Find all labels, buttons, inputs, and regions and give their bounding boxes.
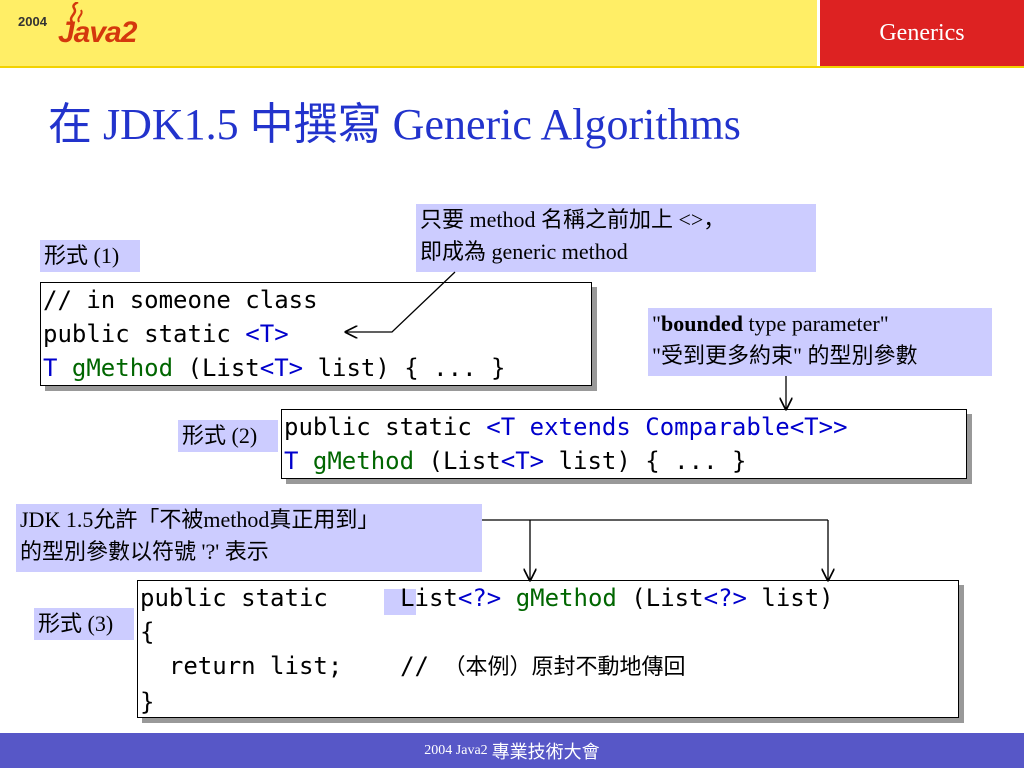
- note-line: 只要 method 名稱之前加上 <>，: [420, 207, 726, 232]
- quote: ": [652, 311, 661, 336]
- type-param-token: <T>: [259, 354, 304, 382]
- code-line: T gMethod (List<T> list) { ... }: [284, 444, 964, 478]
- code-token: (List: [414, 447, 501, 475]
- page-title: 在 JDK1.5 中撰寫 Generic Algorithms: [48, 100, 741, 149]
- code-line: // in someone class: [43, 286, 318, 314]
- code-line: return list; // （本例）原封不動地傳回: [140, 649, 956, 685]
- code-block-3: public static List<?> gMethod (List<?> l…: [137, 580, 959, 718]
- logo-year: 2004: [18, 14, 47, 29]
- footer-prefix: 2004 Java2: [424, 742, 488, 758]
- logo-text: Java2: [58, 16, 137, 49]
- note-text: type parameter": [742, 311, 889, 336]
- comment-text: （本例）原封不動地傳回: [443, 655, 686, 680]
- code-block-1: // in someone class public static <T> T gM…: [40, 282, 592, 386]
- code-token: public static List: [140, 584, 458, 612]
- code-block-2: public static <T extends Comparable<T>> T…: [281, 409, 967, 479]
- footer: 2004 Java2 專業技術大會: [0, 733, 1024, 768]
- type-param-token: <T>: [500, 447, 545, 475]
- note-line: JDK 1.5允許「不被method真正用到」: [20, 507, 380, 532]
- note-line: "受到更多約束" 的型別參數: [652, 343, 918, 368]
- code-token: list): [746, 584, 834, 612]
- return-type-token: T: [43, 354, 72, 382]
- code-token: return list; //: [140, 652, 444, 680]
- footer-text: 專業技術大會: [491, 741, 600, 762]
- code-token: list) { ... }: [303, 354, 506, 382]
- form3-label: 形式 (3): [34, 608, 134, 640]
- code-line: public static List<?> gMethod (List<?> l…: [140, 581, 956, 615]
- generic-method-note: 只要 method 名稱之前加上 <>， 即成為 generic method: [416, 204, 816, 272]
- code-token: public static: [43, 320, 246, 348]
- method-name-token: gMethod: [515, 584, 617, 612]
- type-param-token: <T extends Comparable<T>>: [486, 413, 848, 441]
- note-line: 的型別參數以符號 '?' 表示: [20, 539, 269, 564]
- code-token: (List: [173, 354, 260, 382]
- code-line: }: [140, 688, 155, 716]
- wildcard-token: <?>: [457, 584, 502, 612]
- java2-logo: 2004 Java2: [10, 2, 150, 62]
- note-line: "bounded type parameter": [652, 308, 988, 340]
- section-tab: Generics: [817, 0, 1024, 66]
- return-type-token: T: [284, 447, 313, 475]
- code-token: (List: [616, 584, 704, 612]
- bounded-note: "bounded type parameter" "受到更多約束" 的型別參數: [648, 308, 992, 376]
- bounded-bold: bounded: [660, 311, 743, 336]
- code-token: list) { ... }: [544, 447, 747, 475]
- code-token: public static: [284, 413, 487, 441]
- code-line: T gMethod (List<T> list) { ... }: [43, 351, 589, 385]
- note-line: 即成為 generic method: [420, 239, 628, 264]
- method-name-token: gMethod: [312, 447, 415, 475]
- wildcard-note: JDK 1.5允許「不被method真正用到」 的型別參數以符號 '?' 表示: [16, 504, 482, 572]
- code-line: public static <T extends Comparable<T>>: [284, 410, 964, 444]
- type-param-token: <T>: [245, 320, 289, 348]
- code-line: {: [140, 618, 155, 646]
- form2-label: 形式 (2): [178, 420, 278, 452]
- form1-label: 形式 (1): [40, 240, 140, 272]
- method-name-token: gMethod: [71, 354, 174, 382]
- code-line: public static <T>: [43, 317, 589, 351]
- wildcard-token: <?>: [703, 584, 747, 612]
